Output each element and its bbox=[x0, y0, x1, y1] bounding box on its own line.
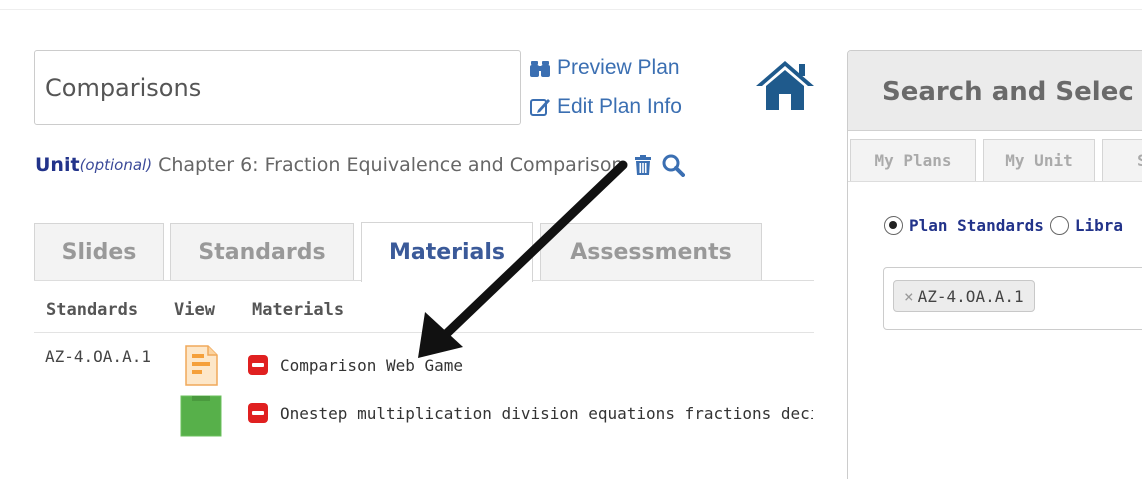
material-link-onestep-equations[interactable]: Onestep multiplication division equation… bbox=[280, 404, 813, 423]
tab-materials[interactable]: Materials bbox=[361, 222, 533, 282]
remove-chip-icon[interactable]: × bbox=[904, 287, 914, 306]
panel-tabs-divider bbox=[848, 181, 1142, 182]
radio-plan-standards-label[interactable]: Plan Standards bbox=[909, 216, 1044, 235]
tab-slides[interactable]: Slides bbox=[34, 223, 164, 280]
home-icon[interactable] bbox=[754, 58, 816, 112]
material-link-comparison-web-game[interactable]: Comparison Web Game bbox=[280, 356, 500, 375]
document-icon[interactable] bbox=[184, 345, 219, 386]
standards-source-radio-group: Plan Standards Libra bbox=[884, 216, 1123, 235]
preview-plan-link[interactable]: Preview Plan bbox=[529, 56, 680, 80]
standard-chip: × AZ-4.OA.A.1 bbox=[893, 280, 1035, 312]
tab-third[interactable]: S bbox=[1102, 139, 1142, 181]
radio-library-label[interactable]: Libra bbox=[1075, 216, 1123, 235]
tab-assessments[interactable]: Assessments bbox=[540, 223, 762, 280]
unit-optional-label: (optional) bbox=[79, 156, 153, 174]
trash-icon[interactable] bbox=[633, 154, 653, 176]
binoculars-icon bbox=[530, 61, 550, 77]
green-file-icon[interactable] bbox=[180, 395, 222, 437]
unit-label: Unit bbox=[35, 154, 80, 176]
header-standards: Standards bbox=[46, 300, 139, 320]
unit-value: Chapter 6: Fraction Equivalence and Comp… bbox=[158, 154, 624, 176]
search-select-panel: Search and Selec My Plans My Unit S Plan… bbox=[847, 50, 1142, 479]
tab-standards[interactable]: Standards bbox=[170, 223, 354, 280]
radio-plan-standards[interactable] bbox=[884, 216, 903, 235]
search-icon[interactable] bbox=[661, 153, 686, 177]
header-materials: Materials bbox=[252, 300, 345, 320]
edit-plan-info-link[interactable]: Edit Plan Info bbox=[529, 95, 682, 119]
remove-material-button[interactable] bbox=[248, 403, 268, 423]
remove-material-button[interactable] bbox=[248, 355, 268, 375]
selected-standards-field[interactable]: × AZ-4.OA.A.1 bbox=[883, 267, 1142, 330]
top-divider bbox=[0, 9, 1142, 10]
edit-plan-info-label: Edit Plan Info bbox=[557, 95, 682, 118]
header-view: View bbox=[174, 300, 215, 320]
table-header-divider bbox=[34, 332, 814, 333]
standard-chip-label: AZ-4.OA.A.1 bbox=[917, 286, 1024, 306]
row-standard-code: AZ-4.OA.A.1 bbox=[45, 347, 151, 366]
tab-my-unit[interactable]: My Unit bbox=[983, 139, 1095, 181]
plan-title-input[interactable] bbox=[34, 50, 521, 125]
preview-plan-label: Preview Plan bbox=[557, 56, 680, 79]
tab-my-plans[interactable]: My Plans bbox=[850, 139, 976, 181]
panel-title: Search and Selec bbox=[848, 51, 1142, 131]
unit-line: Unit (optional) Chapter 6: Fraction Equi… bbox=[35, 151, 686, 179]
edit-icon bbox=[530, 99, 550, 116]
radio-library[interactable] bbox=[1049, 216, 1069, 235]
